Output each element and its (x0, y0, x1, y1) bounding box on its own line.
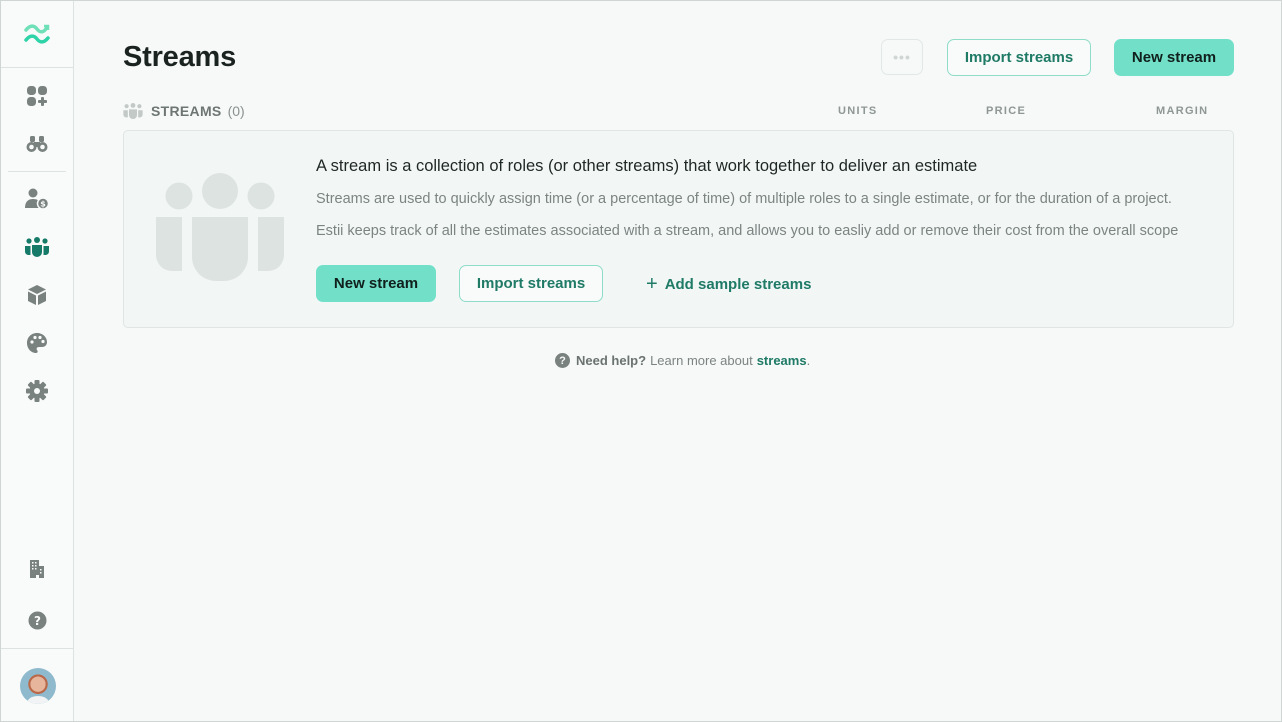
sidebar-item-organization[interactable] (25, 557, 49, 581)
main-content: Streams ••• Import streams New stream ST… (75, 1, 1281, 721)
svg-text:?: ? (34, 614, 41, 628)
new-stream-button[interactable]: New stream (316, 265, 436, 302)
empty-state-title: A stream is a collection of roles (or ot… (316, 157, 978, 175)
empty-state-description: Estii keeps track of all the estimates a… (316, 223, 1179, 239)
estii-logo[interactable] (1, 1, 73, 68)
estii-logo-icon (24, 24, 50, 44)
new-stream-button[interactable]: New stream (1114, 39, 1234, 76)
palette-icon (27, 333, 47, 353)
question-circle-icon: ? (555, 353, 570, 368)
sidebar-item-explore[interactable] (25, 132, 49, 156)
help-text: ? Need help? Learn more about streams . (555, 353, 810, 368)
help-heading: Need help? (576, 353, 647, 368)
svg-text:$: $ (40, 200, 46, 209)
import-streams-button[interactable]: Import streams (459, 265, 603, 302)
user-dollar-icon: $ (25, 188, 49, 210)
question-circle-icon: ? (28, 611, 46, 629)
empty-state-card: A stream is a collection of roles (or ot… (123, 130, 1234, 328)
people-group-icon (123, 103, 143, 119)
section-count: (0) (227, 103, 245, 119)
page-title: Streams (123, 41, 237, 73)
user-avatar[interactable] (20, 668, 56, 704)
sidebar: $ ? (1, 1, 74, 721)
column-header-units: UNITS (838, 105, 878, 117)
section-label: STREAMS (151, 103, 222, 119)
plus-icon: + (646, 273, 658, 295)
cube-icon (28, 285, 46, 305)
sidebar-item-help[interactable]: ? (25, 608, 49, 632)
add-sample-streams-button[interactable]: + Add sample streams (646, 274, 811, 294)
empty-state-description: Streams are used to quickly assign time … (316, 191, 1172, 207)
sidebar-divider (1, 648, 73, 649)
import-streams-button[interactable]: Import streams (947, 39, 1091, 76)
more-options-button[interactable]: ••• (881, 39, 923, 75)
add-sample-label: Add sample streams (664, 275, 812, 293)
streams-help-link[interactable]: streams (757, 353, 807, 368)
sidebar-item-roles[interactable]: $ (25, 187, 49, 211)
help-period: . (806, 353, 811, 368)
sidebar-item-settings[interactable] (25, 379, 49, 403)
help-body: Learn more about (650, 353, 753, 368)
sidebar-item-streams[interactable] (25, 235, 49, 259)
grid-plus-icon (27, 86, 47, 106)
people-group-icon (25, 237, 49, 257)
column-header-price: PRICE (986, 105, 1027, 117)
sidebar-item-products[interactable] (25, 283, 49, 307)
people-group-illustration-icon (156, 173, 284, 281)
sidebar-divider (8, 171, 66, 172)
binoculars-icon (26, 136, 48, 152)
streams-section-header: STREAMS (0) (123, 101, 1233, 121)
sidebar-item-dashboard[interactable] (25, 84, 49, 108)
building-icon (30, 560, 44, 578)
column-header-margin: MARGIN (1156, 105, 1209, 117)
gear-icon (26, 380, 48, 402)
sidebar-item-themes[interactable] (25, 331, 49, 355)
